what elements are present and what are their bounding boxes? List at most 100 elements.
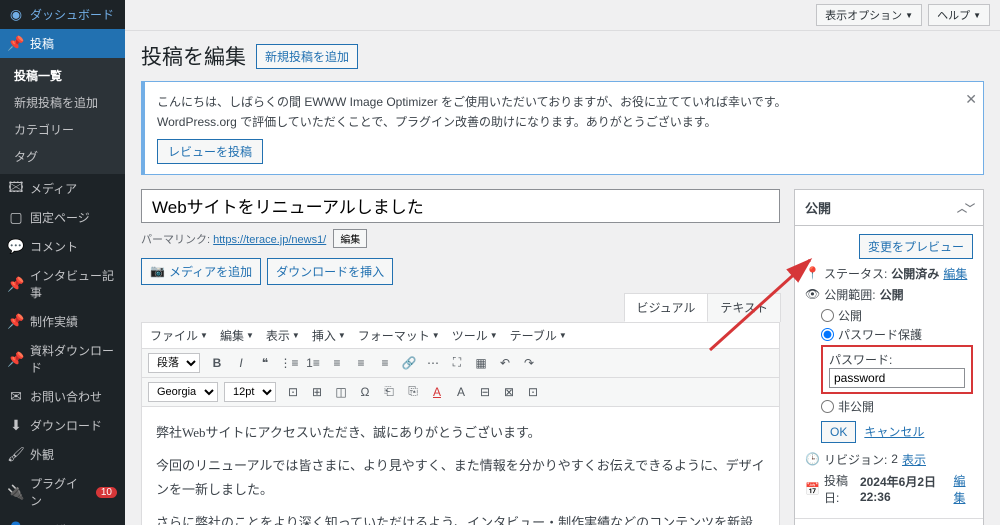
sidebar-item-users[interactable]: 👤ユーザー [0,515,125,525]
undo-button[interactable]: ↶ [494,352,516,374]
align-right-button[interactable]: ≡ [374,352,396,374]
sidebar-item-appearance[interactable]: 🖌外観 [0,440,125,469]
visibility-private-radio[interactable] [821,400,834,413]
tb-btn-3[interactable]: ◫ [330,381,352,403]
menu-view[interactable]: 表示 ▼ [266,327,300,344]
link-button[interactable]: 🔗 [398,352,420,374]
textcolor-button[interactable]: A [426,381,448,403]
menu-edit[interactable]: 編集 ▼ [220,327,254,344]
visibility-ok-button[interactable]: OK [821,421,856,443]
sidebar-item-media[interactable]: 🖾メディア [0,174,125,203]
editor: ビジュアル テキスト ファイル ▼ 編集 ▼ 表示 ▼ 挿入 ▼ フォーマット … [141,293,780,525]
menu-format[interactable]: フォーマット ▼ [358,327,440,344]
bgcolor-button[interactable]: A [450,381,472,403]
notice-line1: こんにちは、しばらくの間 EWWW Image Optimizer をご使用いた… [157,92,955,112]
sidebar-item-dashboard[interactable]: ◉ダッシュボード [0,0,125,29]
chevron-down-icon: ▼ [973,11,981,20]
date-edit-link[interactable]: 編集 [953,472,973,506]
tb-btn-9[interactable]: ⊡ [522,381,544,403]
sidebar-item-pages[interactable]: ▢固定ページ [0,203,125,232]
ul-button[interactable]: ⋮≡ [278,352,300,374]
tb-btn-2[interactable]: ⊞ [306,381,328,403]
user-icon: 👤 [8,522,24,525]
tab-visual[interactable]: ビジュアル [624,293,709,322]
preview-button[interactable]: 変更をプレビュー [859,234,973,259]
comment-icon: 💬 [8,239,24,255]
insert-download-button[interactable]: ダウンロードを挿入 [267,258,393,285]
tb-btn-1[interactable]: ⊡ [282,381,304,403]
tb-btn-5[interactable]: ⎗ [378,381,400,403]
camera-icon: 📷 [150,264,165,278]
align-left-button[interactable]: ≡ [326,352,348,374]
close-icon[interactable]: ✕ [965,88,977,112]
sidebar-item-works[interactable]: 📌制作実績 [0,307,125,336]
calendar-icon: 📅 [805,482,820,496]
menu-insert[interactable]: 挿入 ▼ [312,327,346,344]
font-select[interactable]: Georgia [148,382,218,402]
tb-btn-6[interactable]: ⎘ [402,381,424,403]
sidebar-submenu-posts: 投稿一覧 新規投稿を追加 カテゴリー タグ [0,58,125,174]
sidebar-sub-new[interactable]: 新規投稿を追加 [0,89,125,116]
plugins-badge: 10 [96,487,117,498]
tb-btn-8[interactable]: ⊠ [498,381,520,403]
revision-link[interactable]: 表示 [902,451,926,468]
password-input[interactable] [829,368,965,388]
plugin-icon: 🔌 [8,484,24,500]
redo-button[interactable]: ↷ [518,352,540,374]
pin-icon: 📌 [8,314,24,330]
sidebar-item-plugins[interactable]: 🔌プラグイン10 [0,469,125,515]
align-center-button[interactable]: ≡ [350,352,372,374]
review-button[interactable]: レビューを投稿 [157,139,263,164]
format-select[interactable]: 段落 [148,353,200,373]
pin-icon: 📌 [8,276,24,292]
tb-btn-4[interactable]: Ω [354,381,376,403]
ol-button[interactable]: 1≡ [302,352,324,374]
pin-icon: 📍 [805,266,820,280]
pin-icon: 📌 [8,36,24,52]
more-button[interactable]: ⋯ [422,352,444,374]
bold-button[interactable]: B [206,352,228,374]
visibility-password-radio[interactable] [821,328,834,341]
add-media-button[interactable]: 📷メディアを追加 [141,258,261,285]
permalink-link[interactable]: https://terace.jp/news1/ [213,234,326,246]
menu-tools[interactable]: ツール ▼ [452,327,498,344]
password-label: パスワード: [829,351,965,368]
menu-table[interactable]: テーブル ▼ [510,327,567,344]
permalink-edit-button[interactable]: 編集 [333,229,367,248]
sidebar-item-contact[interactable]: ✉お問い合わせ [0,382,125,411]
status-edit-link[interactable]: 編集 [943,265,967,282]
sidebar-item-downloads[interactable]: 📌資料ダウンロード [0,336,125,382]
visibility-public-radio[interactable] [821,309,834,322]
mail-icon: ✉ [8,389,24,405]
sidebar-item-posts[interactable]: 📌投稿 [0,29,125,58]
sidebar-sub-list[interactable]: 投稿一覧 [0,62,125,89]
sidebar-item-comments[interactable]: 💬コメント [0,232,125,261]
sidebar-item-interview[interactable]: 📌インタビュー記事 [0,261,125,307]
add-new-button[interactable]: 新規投稿を追加 [256,44,358,69]
size-select[interactable]: 12pt [224,382,276,402]
toggle-icon[interactable]: ︿﹀ [957,200,973,215]
screen-options-button[interactable]: 表示オプション ▼ [816,4,922,26]
pin-icon: 📌 [8,351,24,367]
top-toolbar: 表示オプション ▼ ヘルプ ▼ [125,0,1000,31]
sidebar-sub-category[interactable]: カテゴリー [0,116,125,143]
toolbar-toggle-button[interactable]: ▦ [470,352,492,374]
italic-button[interactable]: I [230,352,252,374]
admin-sidebar: ◉ダッシュボード 📌投稿 投稿一覧 新規投稿を追加 カテゴリー タグ 🖾メディア… [0,0,125,525]
tb-btn-7[interactable]: ⊟ [474,381,496,403]
sidebar-sub-tag[interactable]: タグ [0,143,125,170]
notice-ewww: ✕ こんにちは、しばらくの間 EWWW Image Optimizer をご使用… [141,81,984,175]
editor-body[interactable]: 弊社Webサイトにアクセスいただき、誠にありがとうございます。 今回のリニューア… [142,407,779,525]
tab-text[interactable]: テキスト [707,293,781,322]
permalink-row: パーマリンク: https://terace.jp/news1/ 編集 [141,229,780,248]
help-button[interactable]: ヘルプ ▼ [928,4,990,26]
quote-button[interactable]: ❝ [254,352,276,374]
dashboard-icon: ◉ [8,7,24,23]
post-title-input[interactable] [141,189,780,223]
page-title: 投稿を編集 [141,41,246,71]
fullscreen-button[interactable]: ⛶ [446,352,468,374]
sidebar-item-download2[interactable]: ⬇ダウンロード [0,411,125,440]
menu-file[interactable]: ファイル ▼ [150,327,208,344]
publish-title: 公開 [805,198,831,217]
visibility-cancel-link[interactable]: キャンセル [864,423,924,440]
